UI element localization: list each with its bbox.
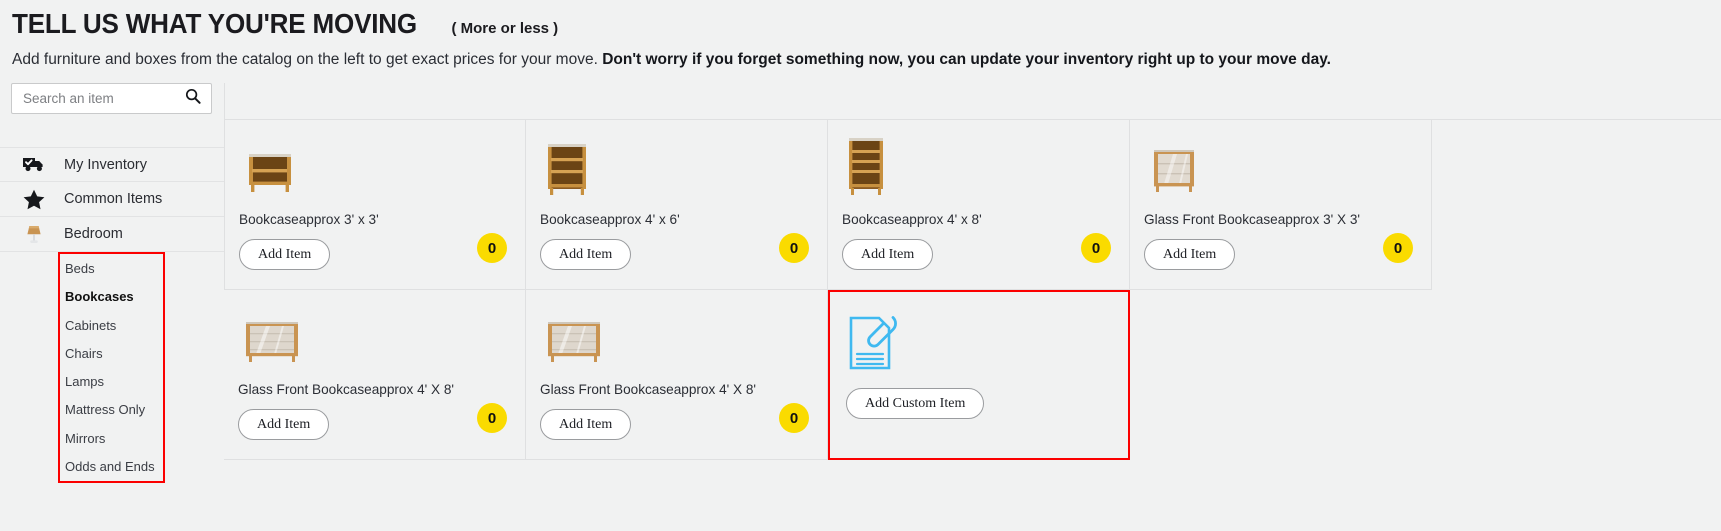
sidebar: Search an item My Inventory Common Items… (0, 83, 224, 513)
item-count-badge: 0 (779, 233, 809, 263)
subcategory-item-lamps[interactable]: Lamps (58, 368, 165, 396)
catalog-grid: Bookcaseapprox 3' x 3' Add Item 0 Bookca… (224, 120, 1721, 460)
add-item-button[interactable]: Add Item (842, 239, 934, 270)
catalog-item-name: Bookcaseapprox 4' x 6' (540, 212, 680, 227)
add-item-button[interactable]: Add Item (238, 409, 330, 440)
catalog-card[interactable]: Bookcaseapprox 4' x 6' Add Item 0 (526, 120, 828, 290)
item-count-badge: 0 (1383, 233, 1413, 263)
add-custom-item-card[interactable]: Add Custom Item (828, 290, 1130, 460)
catalog-panel: Bookcaseapprox 3' x 3' Add Item 0 Bookca… (224, 83, 1721, 513)
subcategory-item-beds[interactable]: Beds (58, 255, 165, 283)
add-item-button[interactable]: Add Item (239, 239, 331, 270)
catalog-item-name: Glass Front Bookcaseapprox 4' X 8' (238, 382, 454, 397)
glass-bookcase-3x3-icon (1144, 136, 1431, 198)
subcategory-item-cabinets[interactable]: Cabinets (58, 312, 165, 340)
page-title-suffix: ( More or less ) (451, 20, 559, 37)
bookcase-4x6-icon (540, 136, 827, 198)
page-title: TELL US WHAT YOU'RE MOVING (12, 8, 418, 39)
catalog-item-name: Glass Front Bookcaseapprox 4' X 8' (540, 382, 756, 397)
page-subtitle: Add furniture and boxes from the catalog… (12, 51, 1721, 69)
bookcase-4x8-icon (842, 136, 1129, 198)
lamp-icon (22, 223, 46, 245)
catalog-item-name: Bookcaseapprox 3' x 3' (239, 212, 379, 227)
sidebar-item-bedroom[interactable]: Bedroom (0, 217, 224, 252)
sidebar-item-label: Bedroom (64, 226, 123, 242)
catalog-card[interactable]: Glass Front Bookcaseapprox 4' X 8' Add I… (224, 290, 526, 460)
page-header: TELL US WHAT YOU'RE MOVING ( More or les… (0, 0, 1721, 69)
catalog-item-name: Bookcaseapprox 4' x 8' (842, 212, 982, 227)
subcategory-list: Beds Bookcases Cabinets Chairs Lamps Mat… (58, 252, 165, 484)
item-count-badge: 0 (779, 403, 809, 433)
inventory-page: TELL US WHAT YOU'RE MOVING ( More or les… (0, 0, 1721, 531)
add-item-button[interactable]: Add Item (540, 409, 632, 440)
catalog-card[interactable]: Bookcaseapprox 3' x 3' Add Item 0 (224, 120, 526, 290)
sidebar-item-common-items[interactable]: Common Items (0, 182, 224, 217)
catalog-card[interactable]: Glass Front Bookcaseapprox 3' X 3' Add I… (1130, 120, 1432, 290)
subcategory-item-bookcases[interactable]: Bookcases (58, 283, 165, 311)
catalog-top-divider (224, 83, 1721, 120)
search-icon[interactable] (185, 88, 201, 109)
catalog-item-name: Glass Front Bookcaseapprox 3' X 3' (1144, 212, 1360, 227)
sidebar-nav: My Inventory Common Items Bedroom Beds B… (0, 147, 224, 484)
item-count-badge: 0 (1081, 233, 1111, 263)
item-count-badge: 0 (477, 233, 507, 263)
subtitle-bold-text: Don't worry if you forget something now,… (602, 51, 1331, 68)
search-placeholder: Search an item (23, 91, 114, 106)
add-custom-item-button[interactable]: Add Custom Item (846, 388, 985, 419)
item-count-badge: 0 (477, 403, 507, 433)
catalog-card[interactable]: Bookcaseapprox 4' x 8' Add Item 0 (828, 120, 1130, 290)
add-item-button[interactable]: Add Item (540, 239, 632, 270)
sidebar-item-label: My Inventory (64, 156, 147, 173)
catalog-card[interactable]: Glass Front Bookcaseapprox 4' X 8' Add I… (526, 290, 828, 460)
glass-bookcase-4x8-icon (238, 306, 525, 368)
glass-bookcase-4x8-icon (540, 306, 827, 368)
search-container: Search an item (0, 83, 224, 114)
document-paperclip-icon (846, 310, 1128, 376)
truck-icon (22, 154, 46, 176)
subcategory-item-chairs[interactable]: Chairs (58, 340, 165, 368)
sidebar-item-label: Common Items (64, 191, 163, 207)
subtitle-plain-text: Add furniture and boxes from the catalog… (12, 51, 603, 68)
subcategory-item-odds-and-ends[interactable]: Odds and Ends (58, 453, 165, 481)
subcategory-item-mirrors[interactable]: Mirrors (58, 425, 165, 453)
star-icon (22, 188, 46, 210)
add-item-button[interactable]: Add Item (1144, 239, 1236, 270)
sidebar-item-my-inventory[interactable]: My Inventory (0, 147, 224, 182)
search-input[interactable]: Search an item (11, 83, 212, 114)
subcategory-item-mattress-only[interactable]: Mattress Only (58, 396, 165, 424)
bookcase-3x3-icon (239, 136, 525, 198)
